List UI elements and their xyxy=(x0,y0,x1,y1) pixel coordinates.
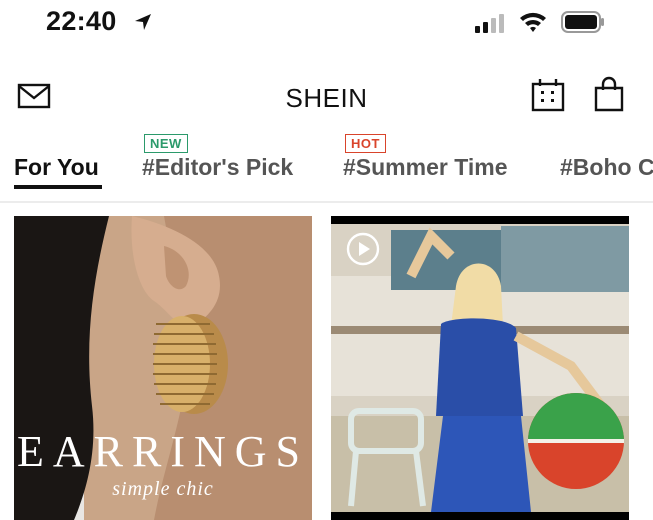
tab-label: For You xyxy=(14,154,99,180)
card-title: EARRINGS xyxy=(16,427,310,476)
active-tab-indicator xyxy=(14,185,102,189)
wifi-icon xyxy=(520,12,546,32)
hot-badge: HOT xyxy=(345,134,386,153)
app-header: SHEIN xyxy=(0,60,653,130)
status-bar: 22:40 xyxy=(0,0,653,50)
status-time: 22:40 xyxy=(46,6,117,36)
tab-for-you[interactable]: For You xyxy=(14,154,99,181)
tab-editors-pick[interactable]: NEW #Editor's Pick xyxy=(142,134,294,181)
tab-label: #Summer Time xyxy=(343,154,508,180)
location-arrow-icon xyxy=(135,14,151,30)
tab-label: #Editor's Pick xyxy=(142,154,294,180)
product-card-summer-video[interactable] xyxy=(331,216,629,520)
calendar-icon[interactable] xyxy=(531,78,565,112)
card-subtitle: simple chic xyxy=(112,478,214,500)
product-card-earrings[interactable]: EARRINGS simple chic xyxy=(14,216,312,520)
cellular-signal-icon xyxy=(475,14,504,33)
battery-icon xyxy=(561,11,604,33)
tab-label: #Boho C xyxy=(560,154,653,180)
shopping-bag-icon[interactable] xyxy=(593,76,625,112)
tab-boho[interactable]: #Boho C xyxy=(560,154,653,181)
tab-summer-time[interactable]: HOT #Summer Time xyxy=(343,134,508,181)
new-badge: NEW xyxy=(144,134,188,153)
category-tabs: For You NEW #Editor's Pick HOT #Summer T… xyxy=(0,132,653,194)
play-icon[interactable] xyxy=(346,232,380,266)
tabs-divider xyxy=(0,201,653,203)
